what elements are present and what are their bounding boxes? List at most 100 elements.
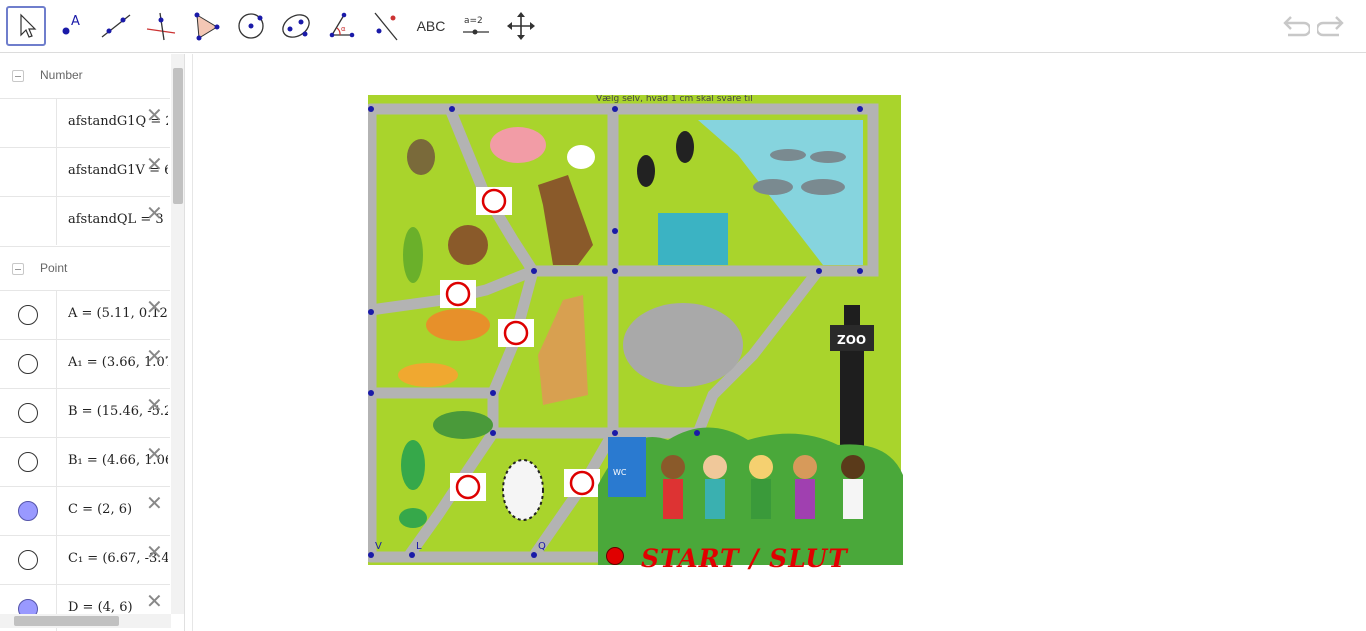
marble-cell [0,389,57,437]
polygon-tool-button[interactable] [186,6,226,46]
circle-tool-button[interactable] [231,6,271,46]
map-hippo [810,151,846,163]
text-tool-label: ABC [416,18,446,34]
wc-house [608,437,646,497]
redo-button[interactable] [1316,12,1348,40]
map-pig [490,127,546,163]
algebra-row[interactable]: afstandQL = 3 ✕ [0,196,170,245]
ellipse-icon [282,14,310,38]
perpendicular-line-icon [146,12,176,41]
svg-text:α: α [341,25,346,33]
delete-x-icon[interactable]: ✕ [146,444,163,464]
group-header-number[interactable]: Number [0,54,170,98]
map-lion [426,309,490,341]
marble-cell [0,487,57,535]
angle-tool-button[interactable]: α [321,6,361,46]
delete-x-icon[interactable]: ✕ [146,395,163,415]
point-label-q: Q [538,541,546,552]
undo-button[interactable] [1279,12,1311,40]
map-chicken [567,145,595,169]
algebra-row[interactable]: afstandG1V = 6 ✕ [0,147,170,196]
wc-sign-text: WC [613,468,627,477]
svg-text:a=2: a=2 [464,16,483,26]
zoo-tower [840,351,864,446]
polygon-icon [194,12,220,41]
perpendicular-line-tool-button[interactable] [141,6,181,46]
delete-x-icon[interactable]: ✕ [146,105,163,125]
point-tool-button[interactable]: A [51,6,91,46]
point-label-v: V [375,541,382,552]
algebra-row[interactable]: A₁ = (3.66, 1.07) ✕ [0,339,170,388]
delete-x-icon[interactable]: ✕ [146,542,163,562]
algebra-row[interactable]: C = (2, 6) ✕ [0,486,170,535]
delete-x-icon[interactable]: ✕ [146,154,163,174]
delete-x-icon[interactable]: ✕ [146,493,163,513]
visibility-toggle[interactable] [18,501,38,521]
angle-icon: α [329,12,355,38]
vertical-scroll-thumb[interactable] [173,68,183,204]
collapse-minus-icon[interactable] [12,70,24,82]
map-zebra [502,459,544,521]
algebra-row[interactable]: C₁ = (6.67, -3.49) ✕ [0,535,170,584]
move-tool-button[interactable] [6,6,46,46]
marble-cell [0,536,57,584]
marble-cell [0,148,57,196]
group-label: Number [40,68,83,82]
visibility-toggle[interactable] [18,452,38,472]
map-owl [407,139,435,175]
zoo-tower-top [844,305,860,325]
visibility-toggle[interactable] [18,305,38,325]
svg-text:A: A [71,14,80,29]
visibility-toggle[interactable] [18,550,38,570]
map-hippo [753,179,793,195]
move-graphics-view-tool-button[interactable] [501,6,541,46]
algebra-view: Number afstandG1Q = 2 ✕ afstandG1V = 6 ✕… [0,54,185,631]
visibility-toggle[interactable] [18,403,38,423]
redo-icon [1317,16,1344,37]
marble-cell [0,291,57,339]
four-way-arrows-icon [507,12,535,40]
zoo-map-image: Vælg selv, hvad 1 cm skal svare til ZOO … [368,95,903,565]
ellipse-tool-button[interactable] [276,6,316,46]
map-penguin [676,131,694,163]
map-snake [401,440,425,490]
start-point[interactable] [606,547,624,565]
horizontal-scroll-thumb[interactable] [14,616,119,626]
marble-cell [0,197,57,245]
collapse-minus-icon[interactable] [12,263,24,275]
map-hippo [770,149,806,161]
reflect-tool-button[interactable] [366,6,406,46]
zoo-sign-text: ZOO [837,333,866,347]
delete-x-icon[interactable]: ✕ [146,297,163,317]
map-header-text: Vælg selv, hvad 1 cm skal svare til [596,95,753,104]
algebra-row[interactable]: A = (5.11, 0.12) ✕ [0,290,170,339]
algebra-row[interactable]: B₁ = (4.66, 1.06) ✕ [0,437,170,486]
line-icon [101,14,131,38]
algebra-row[interactable]: afstandG1Q = 2 ✕ [0,98,170,147]
line-tool-button[interactable] [96,6,136,46]
delete-x-icon[interactable]: ✕ [146,203,163,223]
map-elephant [623,303,743,387]
graphics-view[interactable]: Vælg selv, hvad 1 cm skal svare til ZOO … [192,54,1366,631]
start-end-label: START / SLUT [641,544,848,573]
marble-cell [0,438,57,486]
toolbar: A α ABC a=2 [0,0,1366,53]
text-tool-button[interactable]: ABC [411,6,451,46]
map-hippo [801,179,845,195]
marble-cell [0,340,57,388]
algebra-row[interactable]: B = (15.46, -5.22) ✕ [0,388,170,437]
point-label-l: L [416,541,422,552]
delete-x-icon[interactable]: ✕ [146,591,163,611]
map-turtle [433,411,493,439]
reflect-about-line-icon [374,12,398,41]
map-parrot [403,227,423,283]
group-header-point[interactable]: Point [0,246,170,290]
visibility-toggle[interactable] [18,354,38,374]
undo-icon [1283,16,1310,37]
map-frog [399,508,427,528]
circle-icon [238,13,264,39]
geogebra-app: A α ABC a=2 Number afstandG1Q = 2 ✕ afst… [0,0,1366,631]
delete-x-icon[interactable]: ✕ [146,346,163,366]
slider-tool-button[interactable]: a=2 [456,6,496,46]
slider-icon: a=2 [463,16,489,35]
